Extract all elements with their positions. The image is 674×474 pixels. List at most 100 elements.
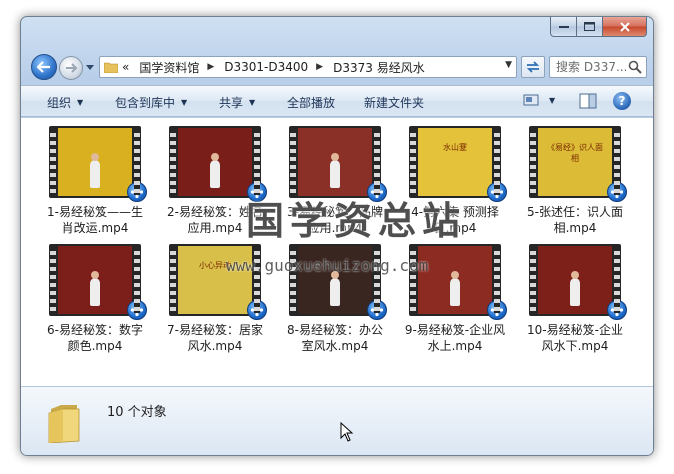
file-name[interactable]: 7-易经秘笈：居家风水.mp4: [163, 322, 267, 354]
play-all-button[interactable]: 全部播放: [287, 94, 335, 111]
forward-button[interactable]: [59, 56, 83, 80]
close-icon: [619, 21, 630, 32]
media-player-icon: [607, 182, 627, 202]
media-player-icon: [607, 300, 627, 320]
back-button[interactable]: [31, 54, 57, 80]
refresh-icon: [526, 61, 540, 73]
search-input[interactable]: [556, 60, 626, 74]
navigation-row: « 国学资料馆 ▶ D3301-D3400 ▶ D3373 易经风水 ▼: [29, 51, 647, 81]
video-thumbnail[interactable]: 小心异动: [169, 244, 267, 320]
chevron-down-icon: ▼: [249, 98, 256, 107]
command-bar: 组织 ▼ 包含到库中 ▼ 共享 ▼ 全部播放 新建文件夹 ▼ ?: [21, 85, 653, 117]
refresh-button[interactable]: [521, 56, 545, 78]
minimize-button[interactable]: [550, 17, 577, 37]
file-name[interactable]: 8-易经秘笈：办公室风水.mp4: [283, 322, 387, 354]
chevron-down-icon: [86, 64, 94, 70]
presenter-figure: [330, 271, 340, 306]
video-thumbnail[interactable]: 水山蹇: [409, 126, 507, 202]
thumbnail-frame: [178, 128, 252, 196]
organize-menu[interactable]: 组织 ▼: [47, 94, 83, 111]
preview-pane-button[interactable]: [579, 92, 597, 113]
play-all-label: 全部播放: [287, 96, 336, 110]
thumbnail-caption: 《易经》识人面相: [547, 143, 603, 163]
thumbnail-frame: [298, 128, 372, 196]
arrow-left-icon: [37, 61, 50, 73]
thumbnail-frame: 水山蹇: [418, 128, 492, 196]
presenter-figure: [90, 153, 100, 188]
media-player-icon: [127, 300, 147, 320]
folder-icon: [48, 405, 80, 443]
presenter-figure: [90, 271, 100, 306]
video-thumbnail[interactable]: [409, 244, 507, 320]
address-bar[interactable]: « 国学资料馆 ▶ D3301-D3400 ▶ D3373 易经风水 ▼: [99, 56, 517, 78]
new-folder-label: 新建文件夹: [364, 96, 425, 110]
details-pane: 10 个对象: [21, 386, 653, 455]
video-thumbnail[interactable]: 《易经》识人面相: [529, 126, 627, 202]
media-player-icon: [487, 300, 507, 320]
watermark-url: www.guoxuehuizong.com: [226, 256, 429, 275]
address-dropdown-icon[interactable]: ▼: [505, 60, 512, 70]
thumbnail-frame: [58, 246, 132, 314]
thumbnail-frame: [58, 128, 132, 196]
video-thumbnail[interactable]: [289, 244, 387, 320]
video-thumbnail[interactable]: [49, 126, 147, 202]
maximize-button[interactable]: [577, 17, 603, 37]
breadcrumb-separator-icon[interactable]: ▶: [316, 62, 323, 72]
file-name[interactable]: 9-易经秘笈-企业风水上.mp4: [403, 322, 507, 354]
preview-pane-icon: [579, 93, 597, 109]
presenter-figure: [210, 153, 220, 188]
chevron-down-icon[interactable]: ▼: [549, 96, 555, 105]
file-item[interactable]: 6-易经秘笈：数字颜色.mp4: [35, 242, 155, 360]
minimize-icon: [558, 25, 569, 28]
breadcrumb-item[interactable]: D3301-D3400: [224, 60, 308, 74]
file-name[interactable]: 1-易经秘笈——生肖改运.mp4: [43, 204, 147, 236]
file-item[interactable]: 10-易经秘笈-企业风水下.mp4: [515, 242, 635, 360]
share-label: 共享: [219, 96, 244, 110]
chevron-down-icon: ▼: [181, 98, 188, 107]
new-folder-button[interactable]: 新建文件夹: [364, 94, 424, 111]
thumbnail-frame: [538, 246, 612, 314]
media-player-icon: [127, 182, 147, 202]
mouse-cursor-icon: [340, 422, 354, 442]
presenter-figure: [450, 271, 460, 306]
breadcrumb-overflow[interactable]: «: [122, 60, 129, 74]
close-button[interactable]: [603, 17, 647, 37]
media-player-icon: [487, 182, 507, 202]
maximize-icon: [584, 22, 595, 31]
recent-pages-button[interactable]: [85, 61, 95, 73]
item-count: 10 个对象: [107, 405, 167, 420]
video-thumbnail[interactable]: [169, 126, 267, 202]
thumbnail-frame: 《易经》识人面相: [538, 128, 612, 196]
search-icon[interactable]: [628, 60, 642, 74]
breadcrumb-item[interactable]: 国学资料馆: [139, 59, 199, 76]
search-box[interactable]: [549, 56, 647, 78]
file-name[interactable]: 6-易经秘笈：数字颜色.mp4: [43, 322, 147, 354]
arrow-right-icon: [66, 63, 77, 73]
file-name[interactable]: 5-张述任：识人面相.mp4: [523, 204, 627, 236]
include-in-library-label: 包含到库中: [115, 96, 176, 110]
help-button[interactable]: ?: [613, 92, 631, 110]
breadcrumb-separator-icon[interactable]: ▶: [207, 62, 214, 72]
folder-icon: [104, 62, 118, 73]
breadcrumb-item[interactable]: D3373 易经风水: [333, 59, 425, 76]
file-item[interactable]: 1-易经秘笈——生肖改运.mp4: [35, 124, 155, 242]
file-item[interactable]: 《易经》识人面相 5-张述任：识人面相.mp4: [515, 124, 635, 242]
file-name[interactable]: 10-易经秘笈-企业风水下.mp4: [523, 322, 627, 354]
media-player-icon: [247, 300, 267, 320]
include-in-library-menu[interactable]: 包含到库中 ▼: [115, 94, 187, 111]
view-icon: [523, 94, 539, 106]
share-menu[interactable]: 共享 ▼: [219, 94, 255, 111]
chevron-down-icon: ▼: [77, 98, 84, 107]
media-player-icon: [367, 300, 387, 320]
file-list-area: 1-易经秘笈——生肖改运.mp4 2-易经秘笈：姓名应用.mp4 3-易经秘笈：品牌…: [21, 118, 653, 386]
organize-label: 组织: [47, 96, 72, 110]
video-thumbnail[interactable]: [49, 244, 147, 320]
change-view-button[interactable]: ▼: [523, 93, 555, 107]
presenter-figure: [330, 153, 340, 188]
thumbnail-frame: [418, 246, 492, 314]
watermark-text: 国学资总站: [246, 199, 467, 243]
video-thumbnail[interactable]: [529, 244, 627, 320]
caption-buttons: [550, 17, 647, 37]
video-thumbnail[interactable]: [289, 126, 387, 202]
thumbnail-caption: 水山蹇: [443, 143, 467, 152]
